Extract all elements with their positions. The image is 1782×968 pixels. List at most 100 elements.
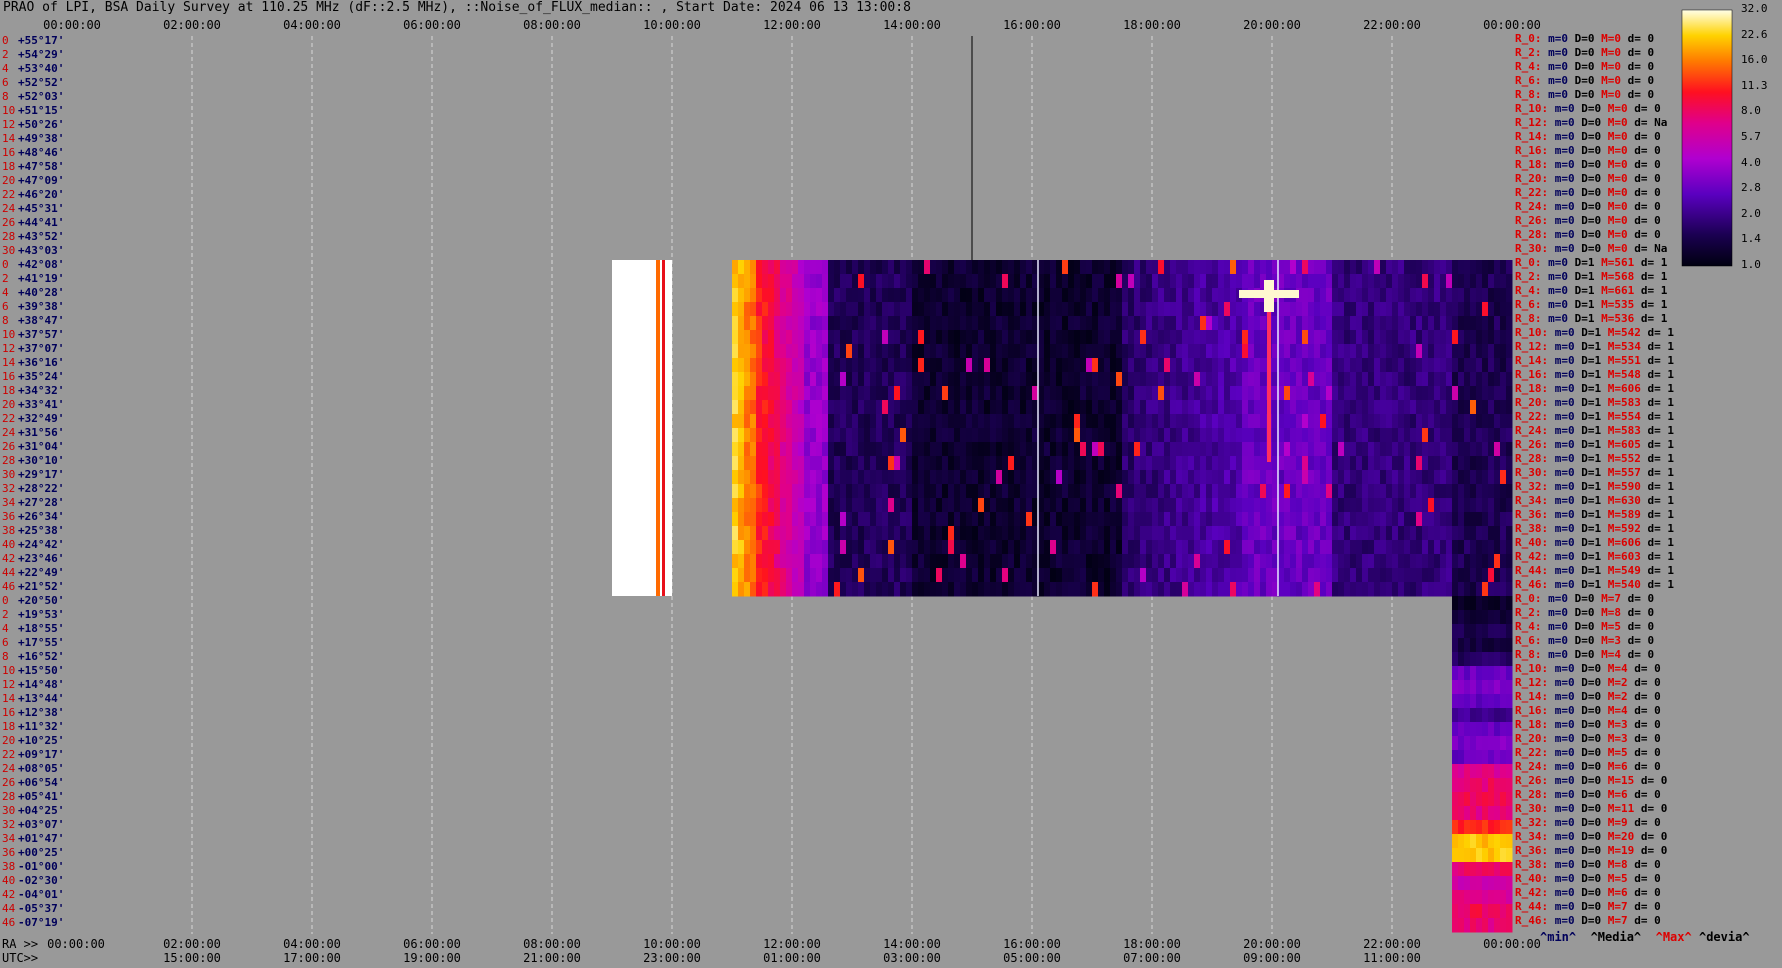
heatmap-cell: [1482, 428, 1489, 443]
stat-median: D=1: [1581, 466, 1602, 479]
heatmap-cell: [1482, 358, 1489, 373]
declination-row: 10 +15°50': [2, 664, 64, 678]
heatmap-cell: [1470, 806, 1477, 821]
heatmap-cell: [1332, 372, 1339, 387]
heatmap-cell: [1068, 260, 1075, 275]
heatmap-cell: [1458, 316, 1465, 331]
heatmap-cell: [1392, 260, 1399, 275]
heatmap-cell: [1218, 568, 1225, 583]
heatmap-cell: [1020, 344, 1027, 359]
heatmap-cell: [936, 582, 943, 597]
heatmap-cell: [834, 344, 841, 359]
heatmap-cell: [1368, 582, 1375, 597]
heatmap-cell: [1362, 526, 1369, 541]
stat-dev: d= 0: [1640, 830, 1668, 843]
heatmap-cell: [1398, 372, 1405, 387]
heatmap-cell: [1440, 330, 1447, 345]
heatmap-cell: [1248, 554, 1255, 569]
stat-row: R_24: m=0 D=0 M=6 d= 0: [1515, 760, 1661, 774]
heatmap-cell: [1224, 288, 1231, 303]
heatmap-cell: [774, 344, 781, 359]
heatmap-cell: [852, 274, 859, 289]
heatmap-cell: [1362, 540, 1369, 555]
stat-ring: R_28:: [1515, 788, 1549, 801]
heatmap-cell: [1020, 442, 1027, 457]
heatmap-cell: [1080, 484, 1087, 499]
heatmap-cell: [1056, 316, 1063, 331]
heatmap-cell: [1068, 442, 1075, 457]
heatmap-cell: [1356, 428, 1363, 443]
declination-label: +14°48': [18, 678, 65, 691]
heatmap-cell: [1362, 302, 1369, 317]
heatmap-cell: [1392, 428, 1399, 443]
heatmap-cell: [1452, 414, 1459, 429]
heatmap-cell: [864, 358, 871, 373]
heatmap-cell: [1356, 288, 1363, 303]
heatmap-cell: [1026, 302, 1033, 317]
heatmap-cell: [1134, 484, 1141, 499]
heatmap-cell: [1470, 442, 1477, 457]
heatmap-cell: [1422, 288, 1429, 303]
heatmap-cell: [1446, 260, 1453, 275]
heatmap-cell: [1470, 302, 1477, 317]
heatmap-cell: [1356, 484, 1363, 499]
heatmap-cell: [852, 470, 859, 485]
heatmap-cell: [1248, 330, 1255, 345]
heatmap-cell: [1392, 512, 1399, 527]
heatmap-cell: [1308, 456, 1315, 471]
heatmap-cell: [1260, 414, 1267, 429]
heatmap-cell: [1488, 680, 1495, 695]
heatmap-cell: [1242, 330, 1249, 345]
heatmap-cell: [1302, 358, 1309, 373]
heatmap-cell: [948, 568, 955, 583]
heatmap-cell: [1164, 568, 1171, 583]
heatmap-cell: [912, 540, 919, 555]
stat-min: m=0: [1554, 480, 1575, 493]
heatmap-cell: [1458, 414, 1465, 429]
heatmap-cell: [1056, 512, 1063, 527]
heatmap-cell: [1338, 302, 1345, 317]
heatmap-cell: [1452, 470, 1459, 485]
heatmap-cell: [1092, 302, 1099, 317]
heatmap-cell: [1494, 918, 1501, 933]
heatmap-cell: [1266, 512, 1273, 527]
stat-max: M=548: [1607, 368, 1641, 381]
row-index: 40: [2, 874, 16, 887]
heatmap-cell: [1458, 890, 1465, 905]
heatmap-cell: [1476, 750, 1483, 765]
heatmap-cell: [774, 470, 781, 485]
stat-dev: d= 0: [1640, 802, 1668, 815]
heatmap-cells: [612, 260, 1513, 933]
heatmap-cell: [756, 526, 763, 541]
row-index: 22: [2, 188, 16, 201]
heatmap-cell: [1224, 484, 1231, 499]
heatmap-cell: [786, 358, 793, 373]
heatmap-cell: [1008, 456, 1015, 471]
heatmap-cell: [990, 274, 997, 289]
heatmap-cell: [1434, 484, 1441, 499]
heatmap-cell: [1452, 386, 1459, 401]
heatmap-cell: [1200, 428, 1207, 443]
heatmap-cell: [1482, 568, 1489, 583]
heatmap-cell: [1068, 274, 1075, 289]
heatmap-cell: [810, 442, 817, 457]
heatmap-cell: [768, 498, 775, 513]
heatmap-cell: [1464, 484, 1471, 499]
heatmap-cell: [1470, 876, 1477, 891]
heatmap-cell: [1044, 260, 1051, 275]
heatmap-cell: [1050, 414, 1057, 429]
heatmap-cell: [1338, 288, 1345, 303]
heatmap-cell: [1446, 386, 1453, 401]
heatmap-cell: [990, 428, 997, 443]
heatmap-cell: [1200, 260, 1207, 275]
heatmap-cell: [924, 442, 931, 457]
heatmap-cell: [1362, 316, 1369, 331]
stat-row: R_40: m=0 D=1 M=606 d= 1: [1515, 536, 1674, 550]
heatmap-cell: [942, 330, 949, 345]
heatmap-cell: [954, 400, 961, 415]
declination-row: 4 +53°40': [2, 62, 64, 76]
heatmap-cell: [1404, 442, 1411, 457]
heatmap-cell: [1200, 358, 1207, 373]
heatmap-cell: [1470, 470, 1477, 485]
heatmap-cell: [960, 568, 967, 583]
